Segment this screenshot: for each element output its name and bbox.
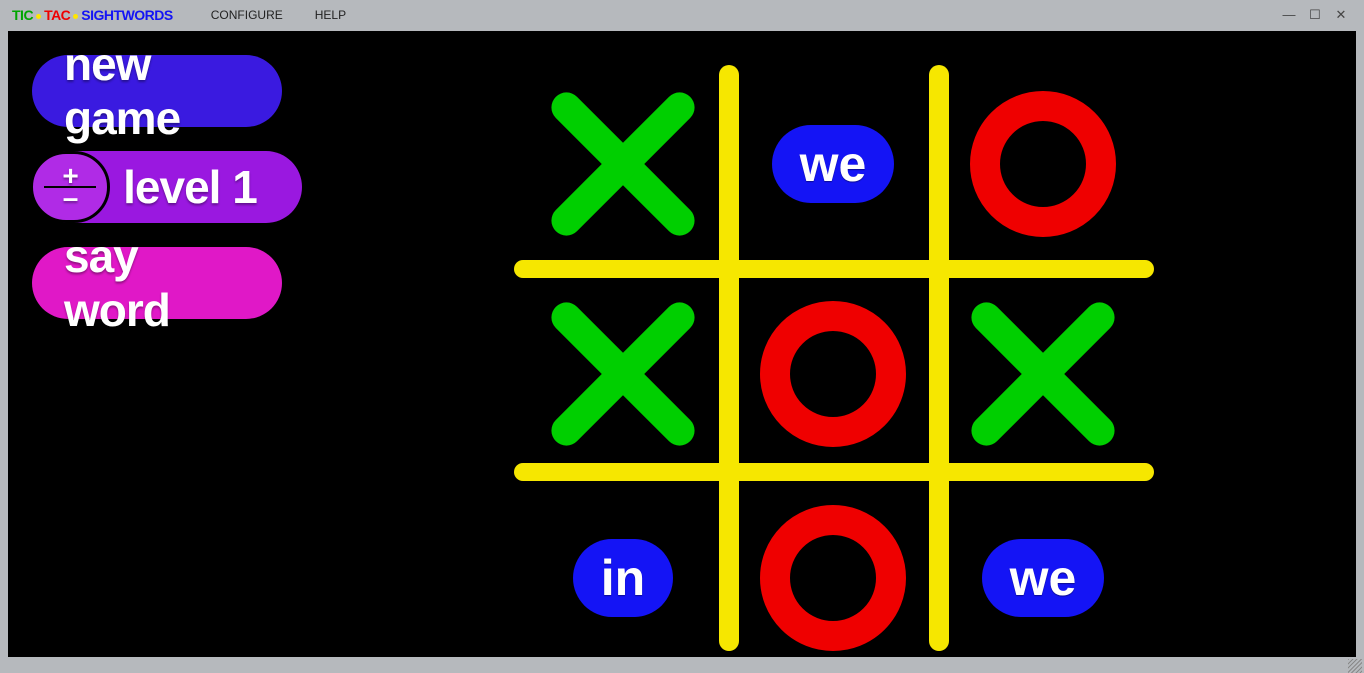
- game-canvas: S IA new game + – level 1 say word we: [8, 31, 1356, 657]
- level-stepper-icon[interactable]: + –: [30, 151, 110, 223]
- minus-icon[interactable]: –: [63, 188, 78, 208]
- menu-bar: TIC TAC SIGHTWORDS CONFIGURE HELP — ☐ ✕: [4, 3, 1360, 27]
- cell-0-0[interactable]: [528, 69, 718, 259]
- cell-1-2[interactable]: [948, 279, 1138, 469]
- dot-icon: [36, 14, 41, 19]
- control-panel: new game + – level 1 say word: [32, 55, 302, 319]
- dot-icon: [73, 14, 78, 19]
- app-title: TIC TAC SIGHTWORDS: [12, 7, 173, 23]
- level-label: level 1: [110, 160, 270, 214]
- o-mark-icon: [970, 91, 1116, 237]
- new-game-button[interactable]: new game: [32, 55, 282, 127]
- x-mark-icon: [548, 89, 698, 239]
- window-minimize-button[interactable]: —: [1278, 6, 1300, 24]
- sight-word-chip[interactable]: in: [573, 539, 673, 617]
- cell-2-1[interactable]: [738, 483, 928, 673]
- grid-line: [929, 65, 949, 651]
- window-buttons: — ☐ ✕: [1278, 6, 1352, 24]
- x-mark-icon: [968, 299, 1118, 449]
- cell-1-0[interactable]: [528, 279, 718, 469]
- x-mark-icon: [548, 299, 698, 449]
- grid-line: [719, 65, 739, 651]
- app-window: TIC TAC SIGHTWORDS CONFIGURE HELP — ☐ ✕ …: [4, 3, 1360, 661]
- cell-2-2[interactable]: we: [948, 483, 1138, 673]
- resize-grip-icon[interactable]: [1348, 659, 1362, 673]
- menu-help[interactable]: HELP: [315, 8, 346, 22]
- cell-2-0[interactable]: in: [528, 483, 718, 673]
- level-selector[interactable]: + – level 1: [32, 151, 302, 223]
- sight-word-chip[interactable]: we: [982, 539, 1105, 617]
- say-word-button[interactable]: say word: [32, 247, 282, 319]
- cell-0-2[interactable]: [948, 69, 1138, 259]
- grid-line: [514, 260, 1154, 278]
- menu-configure[interactable]: CONFIGURE: [211, 8, 283, 22]
- sight-word-chip[interactable]: we: [772, 125, 895, 203]
- o-mark-icon: [760, 505, 906, 651]
- cell-1-1[interactable]: [738, 279, 928, 469]
- tic-tac-toe-board: we in we: [524, 65, 1144, 651]
- cell-0-1[interactable]: we: [738, 69, 928, 259]
- o-mark-icon: [760, 301, 906, 447]
- window-maximize-button[interactable]: ☐: [1304, 6, 1326, 24]
- window-close-button[interactable]: ✕: [1330, 6, 1352, 24]
